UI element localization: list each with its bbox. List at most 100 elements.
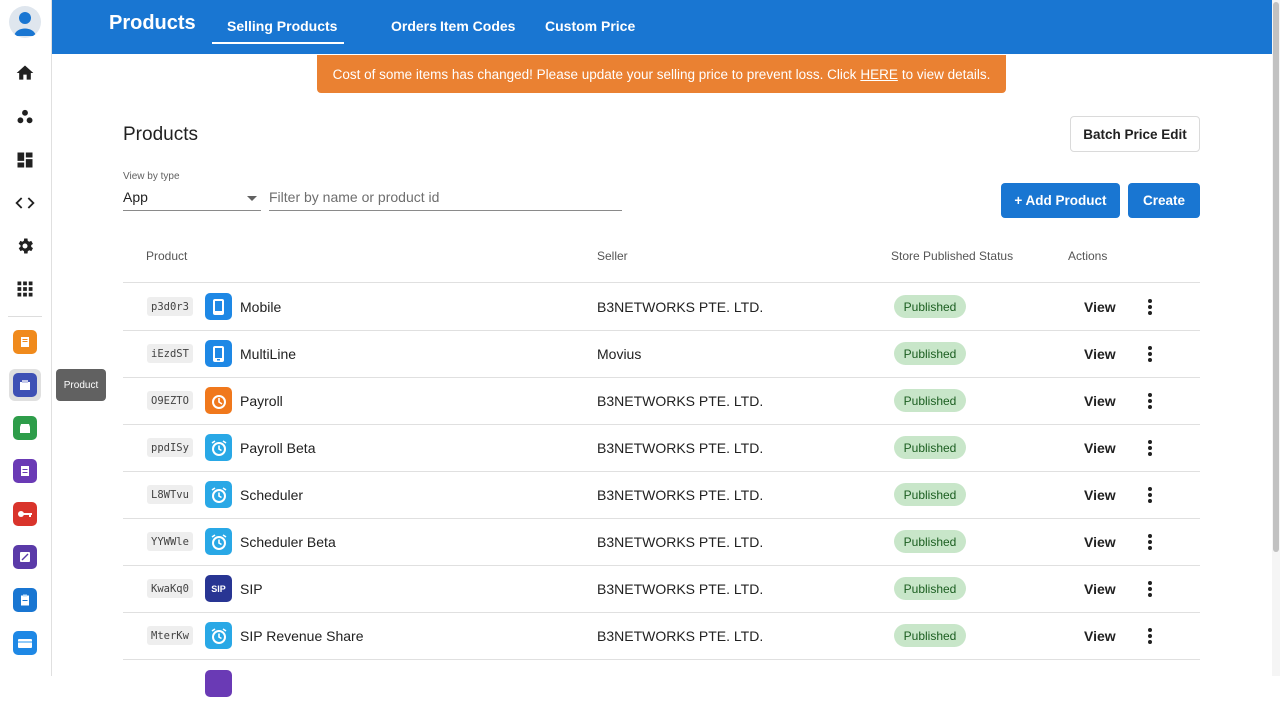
- product-name: Payroll: [240, 393, 283, 409]
- view-button[interactable]: View: [1084, 440, 1116, 456]
- more-actions-icon[interactable]: [1142, 344, 1158, 364]
- mobile-icon: [205, 293, 232, 320]
- multiline-icon: [205, 340, 232, 367]
- view-button[interactable]: View: [1084, 299, 1116, 315]
- alarm-clock-icon: [205, 434, 232, 461]
- column-header-seller[interactable]: Seller: [597, 249, 628, 263]
- create-button[interactable]: Create: [1128, 183, 1200, 218]
- groups-icon[interactable]: [9, 101, 41, 133]
- clipboard-app-icon[interactable]: [9, 584, 41, 616]
- tab-orders[interactable]: Orders: [391, 18, 437, 34]
- tab-item-codes[interactable]: Item Codes: [440, 18, 515, 34]
- invoice-app-icon[interactable]: [9, 455, 41, 487]
- scrollbar-thumb[interactable]: [1273, 2, 1279, 552]
- tooltip-product: Product: [56, 369, 106, 401]
- product-name: Scheduler Beta: [240, 534, 336, 550]
- banner-text: Cost of some items has changed! Please u…: [332, 66, 857, 82]
- view-by-type-label: View by type: [123, 171, 180, 182]
- product-id-chip: L8WTvu: [147, 485, 193, 504]
- status-badge: Published: [894, 295, 966, 318]
- more-actions-icon[interactable]: [1142, 438, 1158, 458]
- seller-name: B3NETWORKS PTE. LTD.: [597, 440, 764, 456]
- seller-name: B3NETWORKS PTE. LTD.: [597, 299, 764, 315]
- view-button[interactable]: View: [1084, 487, 1116, 503]
- more-actions-icon[interactable]: [1142, 579, 1158, 599]
- sip-icon: SIP: [205, 575, 232, 602]
- product-id-chip: O9EZTO: [147, 391, 193, 410]
- batch-price-edit-button[interactable]: Batch Price Edit: [1070, 116, 1200, 152]
- column-header-product[interactable]: Product: [146, 249, 187, 263]
- table-row[interactable]: O9EZTO Payroll B3NETWORKS PTE. LTD. Publish…: [123, 377, 1200, 424]
- view-by-type-value: App: [123, 189, 148, 205]
- table-row[interactable]: p3d0r3 Mobile B3NETWORKS PTE. LTD. Publishe…: [123, 283, 1200, 330]
- store-app-icon[interactable]: [9, 412, 41, 444]
- view-button[interactable]: View: [1084, 581, 1116, 597]
- top-app-bar: Products Selling Products Orders Item Co…: [52, 0, 1272, 54]
- more-actions-icon[interactable]: [1142, 297, 1158, 317]
- product-id-chip: MterKw: [147, 626, 193, 645]
- status-badge: Published: [894, 577, 966, 600]
- banner-text-after: to view details.: [901, 66, 991, 82]
- left-rail: [0, 0, 52, 676]
- more-actions-icon[interactable]: [1142, 485, 1158, 505]
- page-scrollbar[interactable]: [1272, 0, 1280, 676]
- alarm-clock-icon: [205, 481, 232, 508]
- app-title: Products: [109, 12, 196, 34]
- table-row[interactable]: ppdISy Payroll Beta B3NETWORKS PTE. LTD. Pu…: [123, 424, 1200, 471]
- product-name: SIP: [240, 581, 263, 597]
- user-avatar[interactable]: [9, 6, 41, 38]
- product-id-chip: iEzdST: [147, 344, 193, 363]
- product-filter-field[interactable]: [269, 186, 622, 211]
- apps-grid-icon[interactable]: [9, 273, 41, 305]
- more-actions-icon[interactable]: [1142, 532, 1158, 552]
- user-avatar-icon: [14, 12, 36, 36]
- tab-custom-price[interactable]: Custom Price: [545, 18, 635, 34]
- home-icon[interactable]: [9, 57, 41, 89]
- product-id-chip: YYWWle: [147, 532, 193, 551]
- status-badge: Published: [894, 389, 966, 412]
- status-badge: Published: [894, 342, 966, 365]
- table-row[interactable]: YYWWle Scheduler Beta B3NETWORKS PTE. LTD.…: [123, 518, 1200, 565]
- view-button[interactable]: View: [1084, 393, 1116, 409]
- dropdown-arrow-icon: [247, 196, 257, 201]
- table-row[interactable]: iEzdST MultiLine Movius Published View: [123, 330, 1200, 377]
- table-row[interactable]: MterKw SIP Revenue Share B3NETWORKS PTE. L…: [123, 612, 1200, 659]
- code-icon[interactable]: [9, 187, 41, 219]
- add-product-button[interactable]: + Add Product: [1001, 183, 1120, 218]
- key-app-icon[interactable]: [9, 498, 41, 530]
- view-by-type-select[interactable]: View by type App: [123, 171, 261, 211]
- price-change-banner: Cost of some items has changed! Please u…: [317, 55, 1006, 93]
- active-tab-indicator: [212, 42, 344, 44]
- seller-name: B3NETWORKS PTE. LTD.: [597, 581, 764, 597]
- tab-selling-products[interactable]: Selling Products: [227, 18, 337, 34]
- product-name: Payroll Beta: [240, 440, 316, 456]
- view-button[interactable]: View: [1084, 346, 1116, 362]
- banner-here-link[interactable]: HERE: [860, 67, 898, 82]
- dashboard-icon[interactable]: [9, 144, 41, 176]
- product-id-chip: p3d0r3: [147, 297, 193, 316]
- billing-app-icon[interactable]: [9, 326, 41, 358]
- product-app-icon[interactable]: [9, 369, 41, 401]
- table-row[interactable]: KwaKq0 SIP SIP B3NETWORKS PTE. LTD. Publishe…: [123, 565, 1200, 612]
- more-actions-icon[interactable]: [1142, 626, 1158, 646]
- seller-name: B3NETWORKS PTE. LTD.: [597, 393, 764, 409]
- rail-divider: [8, 316, 42, 317]
- view-button[interactable]: View: [1084, 534, 1116, 550]
- card-app-icon[interactable]: [9, 627, 41, 659]
- status-badge: Published: [894, 483, 966, 506]
- status-badge: Published: [894, 624, 966, 647]
- table-row[interactable]: L8WTvu Scheduler B3NETWORKS PTE. LTD. Publi…: [123, 471, 1200, 518]
- status-badge: Published: [894, 436, 966, 459]
- seller-name: B3NETWORKS PTE. LTD.: [597, 628, 764, 644]
- product-filter-input[interactable]: [269, 186, 622, 208]
- more-actions-icon[interactable]: [1142, 391, 1158, 411]
- settings-gear-icon[interactable]: [9, 230, 41, 262]
- seller-name: Movius: [597, 346, 642, 362]
- product-name: Mobile: [240, 299, 282, 315]
- column-header-status[interactable]: Store Published Status: [891, 249, 1013, 263]
- view-button[interactable]: View: [1084, 628, 1116, 644]
- product-name: SIP Revenue Share: [240, 628, 364, 644]
- product-id-chip: ppdISy: [147, 438, 193, 457]
- discount-app-icon[interactable]: [9, 541, 41, 573]
- product-id-chip: KwaKq0: [147, 579, 193, 598]
